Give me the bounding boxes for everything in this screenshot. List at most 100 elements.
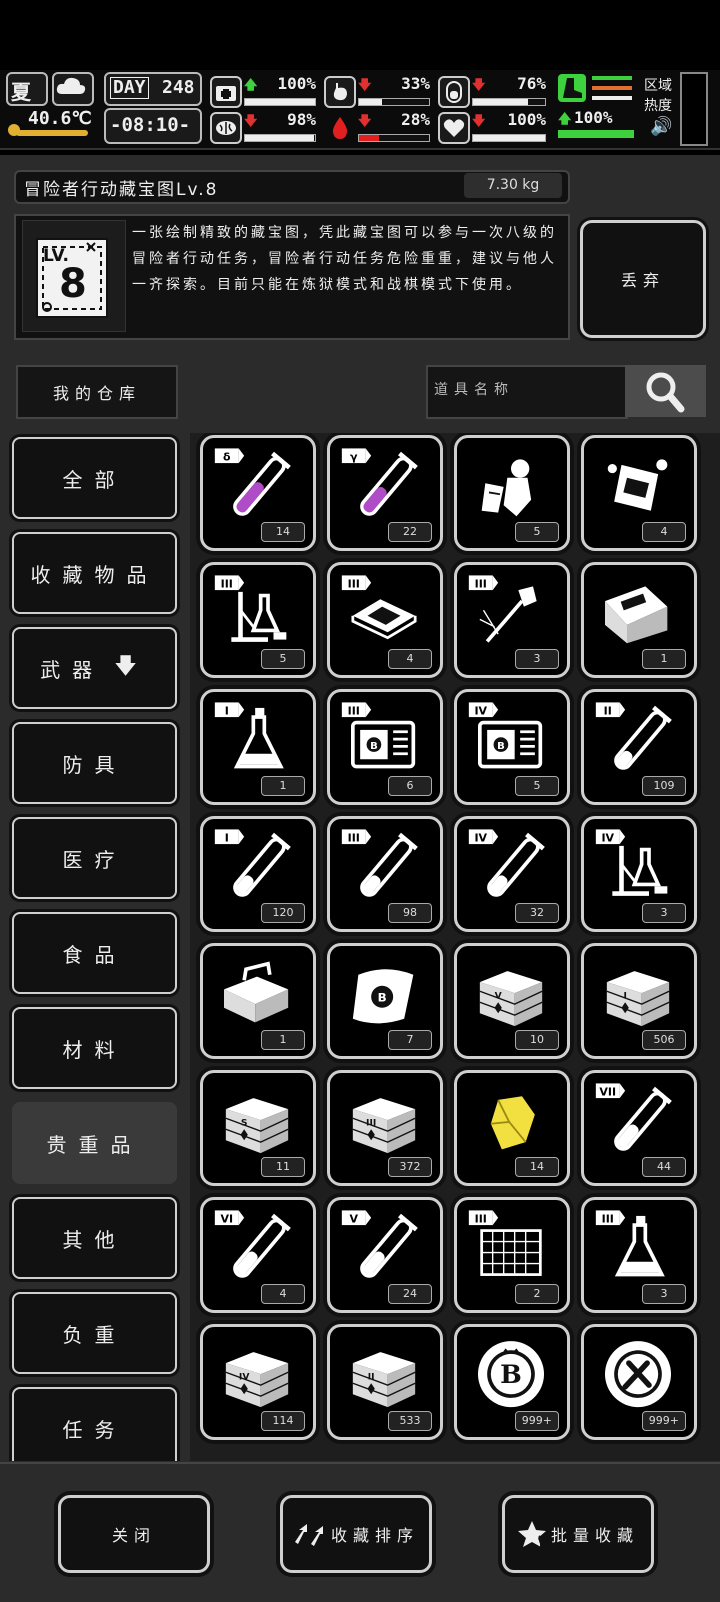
day-label: DAY xyxy=(110,77,149,99)
flask-icon: III xyxy=(595,1210,665,1277)
stamina-line xyxy=(592,96,632,100)
category-8[interactable]: 贵重品 xyxy=(12,1102,177,1184)
day-number: 248 xyxy=(162,77,195,98)
category-7[interactable]: 材料 xyxy=(12,1007,177,1089)
inventory-slot[interactable]: B7 xyxy=(327,943,443,1059)
tube-icon: δ xyxy=(214,448,291,516)
inventory-slot[interactable]: IV B 5 xyxy=(454,689,570,805)
sort-down-arrow-icon[interactable]: 🡇 xyxy=(114,649,149,687)
crate-icon xyxy=(605,586,668,644)
inventory-slot[interactable]: I 120 xyxy=(200,816,316,932)
inventory-slot[interactable]: I 506 xyxy=(581,943,697,1059)
speaker-icon[interactable]: 🔊 xyxy=(650,116,672,137)
item-count: 7 xyxy=(388,1030,432,1050)
flask-icon: I xyxy=(214,702,284,769)
inventory-slot[interactable]: VI 4 xyxy=(200,1197,316,1313)
svg-text:I: I xyxy=(623,991,626,1002)
chip-icon: III xyxy=(341,575,417,640)
inventory-slot[interactable]: III 5 xyxy=(200,562,316,678)
stat-value: 28% xyxy=(401,110,430,129)
stomach-icon xyxy=(324,76,356,108)
star-icon xyxy=(517,1521,547,1547)
clock: -08:10- xyxy=(104,108,202,144)
inventory-slot[interactable]: γ 22 xyxy=(327,435,443,551)
inventory-slot[interactable]: II 533 xyxy=(327,1324,443,1440)
search-button[interactable] xyxy=(625,365,706,417)
inventory-slot[interactable]: 5 xyxy=(454,435,570,551)
warehouse-tab[interactable]: 我的仓库 xyxy=(16,365,178,419)
inventory-slot[interactable]: III 3 xyxy=(454,562,570,678)
chest-icon: V xyxy=(479,971,543,1027)
inventory-slot[interactable]: III B 6 xyxy=(327,689,443,805)
wand-icon: III xyxy=(468,575,537,643)
svg-text:III: III xyxy=(602,1212,614,1225)
batch-favorite-button[interactable]: 批量收藏 xyxy=(502,1495,654,1573)
item-count: 4 xyxy=(642,522,686,542)
category-6[interactable]: 食品 xyxy=(12,912,177,994)
category-1[interactable]: 全部 xyxy=(12,437,177,519)
robot-icon xyxy=(607,459,668,511)
inventory-slot[interactable]: 14 xyxy=(454,1070,570,1186)
inventory-slot[interactable]: S 11 xyxy=(200,1070,316,1186)
category-9[interactable]: 其他 xyxy=(12,1197,177,1279)
category-4[interactable]: 防具 xyxy=(12,722,177,804)
inventory-slot[interactable]: III 3 xyxy=(581,1197,697,1313)
stat-arrow-down-icon: 🡇 xyxy=(358,78,372,93)
inventory-slot[interactable]: 4 xyxy=(581,435,697,551)
item-count: 999+ xyxy=(641,1411,686,1431)
blood-stat: 🡇 28% xyxy=(324,110,434,144)
inventory-slot[interactable]: IV 32 xyxy=(454,816,570,932)
inventory-slot[interactable]: V 24 xyxy=(327,1197,443,1313)
svg-text:VII: VII xyxy=(599,1085,616,1098)
svg-text:III: III xyxy=(366,1118,376,1129)
item-count: 14 xyxy=(515,1157,559,1177)
inventory-slot[interactable]: II 109 xyxy=(581,689,697,805)
inventory-slot[interactable]: III 372 xyxy=(327,1070,443,1186)
inventory-slot[interactable]: V 10 xyxy=(454,943,570,1059)
svg-text:I: I xyxy=(225,831,229,844)
item-count: 120 xyxy=(261,903,305,923)
tube-icon: γ xyxy=(341,448,418,516)
category-2[interactable]: 收藏物品 xyxy=(12,532,177,614)
sort-favorites-button[interactable]: 收藏排序 xyxy=(280,1495,432,1573)
item-count: 14 xyxy=(261,522,305,542)
discard-button[interactable]: 丢弃 xyxy=(580,220,706,338)
inventory-slot[interactable]: III 4 xyxy=(327,562,443,678)
close-button[interactable]: 关闭 xyxy=(58,1495,210,1573)
category-label: 全部 xyxy=(62,467,127,492)
inventory-slot[interactable]: IV 3 xyxy=(581,816,697,932)
inventory-slot[interactable]: IV 114 xyxy=(200,1324,316,1440)
inventory-slot[interactable]: B 999+ xyxy=(454,1324,570,1440)
inventory-slot[interactable]: 1 xyxy=(581,562,697,678)
temperature-value: 40.6℃ xyxy=(28,108,92,129)
svg-text:III: III xyxy=(475,1212,487,1225)
inventory-slot[interactable]: δ 14 xyxy=(200,435,316,551)
category-10[interactable]: 负重 xyxy=(12,1292,177,1374)
inventory-slot[interactable]: III 2 xyxy=(454,1197,570,1313)
area-heat-meter xyxy=(680,72,708,146)
sort-favorites-label: 收藏排序 xyxy=(330,1526,419,1545)
category-3[interactable]: 武器 🡇 xyxy=(12,627,177,709)
level-badge-number: 8 xyxy=(59,261,87,307)
chest-icon: I xyxy=(606,971,670,1027)
medkit-icon xyxy=(210,76,242,108)
inventory-slot[interactable]: 999+ xyxy=(581,1324,697,1440)
stat-arrow-down-icon: 🡇 xyxy=(472,114,486,129)
batch-favorite-label: 批量收藏 xyxy=(550,1526,639,1545)
category-11[interactable]: 任务 xyxy=(12,1387,177,1461)
inventory-slot[interactable]: VII 44 xyxy=(581,1070,697,1186)
tube-icon: I xyxy=(214,829,291,897)
stat-arrow-down-icon: 🡇 xyxy=(472,78,486,93)
svg-text:V: V xyxy=(349,1212,358,1225)
cloud-icon xyxy=(52,72,94,106)
machine-icon: III B xyxy=(341,702,416,769)
inventory-slot[interactable]: III 98 xyxy=(327,816,443,932)
category-label: 贵重品 xyxy=(46,1132,143,1157)
category-5[interactable]: 医疗 xyxy=(12,817,177,899)
inventory-slot[interactable]: I1 xyxy=(200,689,316,805)
season-indicator: 夏 xyxy=(6,72,48,106)
search-icon xyxy=(646,372,685,413)
search-input[interactable]: 道具名称 xyxy=(434,365,614,415)
stat-bar xyxy=(472,134,546,142)
inventory-slot[interactable]: 1 xyxy=(200,943,316,1059)
